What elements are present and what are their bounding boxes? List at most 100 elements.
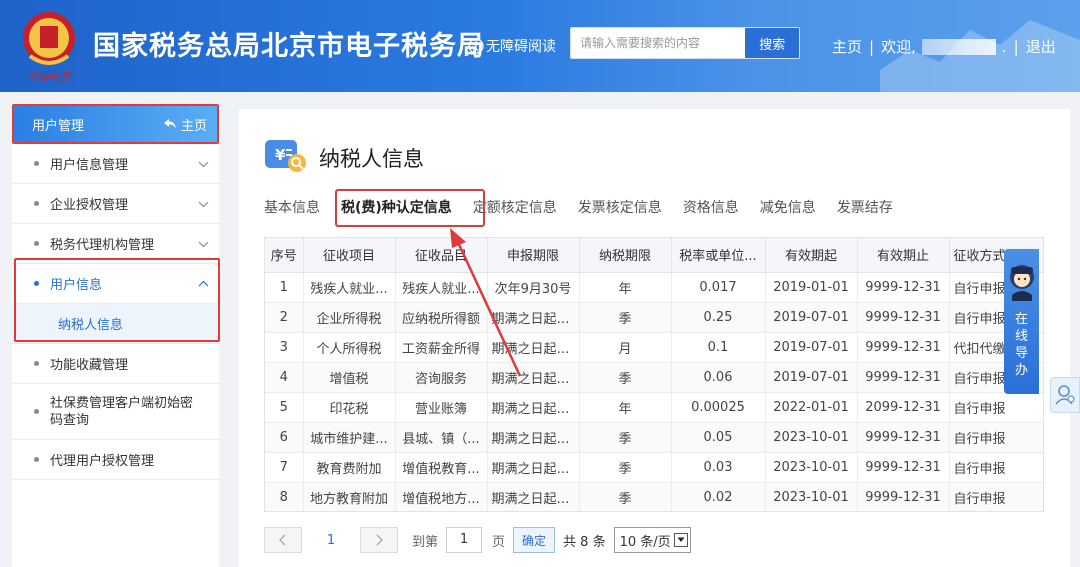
sidebar-item-social-security-password[interactable]: 社保费管理客户端初始密码查询 bbox=[12, 384, 219, 440]
next-page-button[interactable] bbox=[360, 527, 398, 553]
svg-text:¥: ¥ bbox=[275, 146, 286, 164]
bullet-dot bbox=[34, 409, 39, 414]
search-box: 搜索 bbox=[570, 27, 800, 59]
table-cell: 增值税地方... bbox=[395, 482, 488, 511]
chevron-down-icon bbox=[198, 241, 209, 247]
tab-invoice-approval[interactable]: 发票核定信息 bbox=[578, 193, 662, 223]
sidebar-item-agent-authorization[interactable]: 代理用户授权管理 bbox=[12, 440, 219, 480]
table-cell: 9999-12-31 bbox=[857, 452, 950, 483]
table-cell: 印花税 bbox=[303, 392, 396, 423]
chevron-right-icon bbox=[376, 534, 383, 546]
table-cell: 残疾人就业... bbox=[303, 272, 396, 303]
table-cell: 0.06 bbox=[671, 362, 766, 393]
bullet-dot bbox=[34, 457, 39, 462]
online-guide-button[interactable]: 在线导办 bbox=[1004, 249, 1039, 394]
table-cell: 次年9月30号 bbox=[487, 272, 580, 303]
table-cell: 期满之日起1... bbox=[487, 332, 580, 363]
tab-bar: 基本信息 税(费)种认定信息 定额核定信息 发票核定信息 资格信息 减免信息 发… bbox=[264, 193, 914, 227]
goto-confirm-button[interactable]: 确定 bbox=[513, 527, 556, 553]
col-header: 序号 bbox=[265, 238, 304, 273]
page-number[interactable]: 1 bbox=[314, 533, 348, 548]
tab-tax-type-info[interactable]: 税(费)种认定信息 bbox=[341, 193, 452, 227]
table-cell: 9999-12-31 bbox=[857, 332, 950, 363]
table-cell: 2 bbox=[265, 302, 304, 333]
pagination: 1 到第 1 页 确定 共 8 条 10 条/页 bbox=[264, 527, 691, 553]
table-cell: 2019-01-01 bbox=[765, 272, 858, 303]
nav-welcome: 欢迎, bbox=[881, 38, 916, 56]
sidebar-home-link[interactable]: 主页 bbox=[163, 115, 207, 134]
tab-basic-info[interactable]: 基本信息 bbox=[264, 193, 320, 223]
table-cell: 城市维护建... bbox=[303, 422, 396, 453]
svg-text:中国税务: 中国税务 bbox=[27, 70, 72, 83]
col-header: 税率或单位... bbox=[671, 238, 766, 273]
return-arrow-icon bbox=[163, 119, 176, 129]
table-cell: 期满之日起1... bbox=[487, 482, 580, 511]
user-service-icon bbox=[1055, 385, 1075, 405]
tab-exemption[interactable]: 减免信息 bbox=[760, 193, 816, 223]
search-input[interactable] bbox=[571, 28, 746, 58]
sidebar: 用户管理 主页 用户信息管理 企业授权管理 税务代理机构管理 用户信息 纳税人信… bbox=[12, 104, 219, 567]
table-cell: 咨询服务 bbox=[395, 362, 488, 393]
tab-quota-info[interactable]: 定额核定信息 bbox=[473, 193, 557, 223]
table-cell: 5 bbox=[265, 392, 304, 423]
sidebar-item-label: 功能收藏管理 bbox=[50, 358, 129, 373]
sidebar-item-tax-agency[interactable]: 税务代理机构管理 bbox=[12, 224, 219, 264]
table-cell: 2019-07-01 bbox=[765, 302, 858, 333]
search-button[interactable]: 搜索 bbox=[745, 28, 799, 58]
table-cell: 9999-12-31 bbox=[857, 272, 950, 303]
tab-invoice-balance[interactable]: 发票结存 bbox=[837, 193, 893, 223]
sidebar-item-label: 用户信息 bbox=[50, 278, 103, 293]
sidebar-item-enterprise-authorization[interactable]: 企业授权管理 bbox=[12, 184, 219, 224]
table-cell: 0.1 bbox=[671, 332, 766, 363]
page-size-select[interactable]: 10 条/页 bbox=[613, 527, 691, 553]
masked-username bbox=[921, 38, 996, 55]
sidebar-item-favorites[interactable]: 功能收藏管理 bbox=[12, 344, 219, 384]
col-header: 有效期起 bbox=[765, 238, 858, 273]
col-header: 申报期限 bbox=[487, 238, 580, 273]
sidebar-subitem-taxpayer-info[interactable]: 纳税人信息 bbox=[12, 304, 219, 344]
nav-home-link[interactable]: 主页 bbox=[832, 36, 862, 57]
table-cell: 2099-12-31 bbox=[857, 392, 950, 423]
table-cell: 期满之日起1... bbox=[487, 422, 580, 453]
table-cell: 期满之日起1... bbox=[487, 302, 580, 333]
nav-separator: | bbox=[869, 37, 875, 56]
main-panel: ¥ 纳税人信息 基本信息 税(费)种认定信息 定额核定信息 发票核定信息 资格信… bbox=[239, 109, 1070, 567]
taxpayer-info-icon: ¥ bbox=[265, 140, 306, 172]
col-header: 征收项目 bbox=[303, 238, 396, 273]
col-header: 征收品目 bbox=[395, 238, 488, 273]
nav-dot: . bbox=[1001, 37, 1007, 56]
sidebar-item-label: 社保费管理客户端初始密码查询 bbox=[50, 395, 194, 428]
sidebar-home-label: 主页 bbox=[180, 118, 207, 134]
table-cell: 季 bbox=[579, 362, 672, 393]
page-size-value: 10 条/页 bbox=[619, 534, 671, 550]
sidebar-header: 用户管理 主页 bbox=[12, 104, 219, 144]
table-cell: 7 bbox=[265, 452, 304, 483]
table-cell: 残疾人就业... bbox=[395, 272, 488, 303]
table-row: 7 教育费附加 增值税教育... 期满之日起1... 季 0.03 2023-10-01 99… bbox=[265, 452, 1043, 483]
table-row: 4 增值税 咨询服务 期满之日起1... 季 0.06 2019-07-01 9999-12-… bbox=[265, 362, 1043, 393]
site-title: 国家税务总局北京市电子税务局 bbox=[93, 31, 485, 62]
tab-qualification[interactable]: 资格信息 bbox=[683, 193, 739, 223]
goto-page-input[interactable]: 1 bbox=[446, 527, 483, 553]
prev-page-button[interactable] bbox=[264, 527, 302, 553]
table-cell: 0.00025 bbox=[671, 392, 766, 423]
page-label: 页 bbox=[492, 534, 506, 550]
table-cell: 2023-10-01 bbox=[765, 422, 858, 453]
table-cell: 9999-12-31 bbox=[857, 362, 950, 393]
accessibility-link[interactable]: 无障碍阅读 bbox=[468, 36, 556, 56]
bullet-dot bbox=[34, 201, 39, 206]
contact-service-button[interactable] bbox=[1050, 377, 1080, 413]
table-cell: 2019-07-01 bbox=[765, 362, 858, 393]
table-cell: 0.05 bbox=[671, 422, 766, 453]
sidebar-item-label: 税务代理机构管理 bbox=[50, 238, 155, 253]
table-cell: 0.02 bbox=[671, 482, 766, 511]
nav-logout-link[interactable]: 退出 bbox=[1026, 36, 1056, 57]
sidebar-item-user-info[interactable]: 用户信息 bbox=[12, 264, 219, 304]
table-cell: 个人所得税 bbox=[303, 332, 396, 363]
table-cell: 应纳税所得额 bbox=[395, 302, 488, 333]
table-cell: 0.03 bbox=[671, 452, 766, 483]
table-cell: 工资薪金所得 bbox=[395, 332, 488, 363]
table-cell: 自行申报 bbox=[949, 452, 1043, 483]
sidebar-item-user-info-management[interactable]: 用户信息管理 bbox=[12, 144, 219, 184]
table-header-row: 序号 征收项目 征收品目 申报期限 纳税期限 税率或单位... 有效期起 有效期… bbox=[265, 238, 1043, 273]
